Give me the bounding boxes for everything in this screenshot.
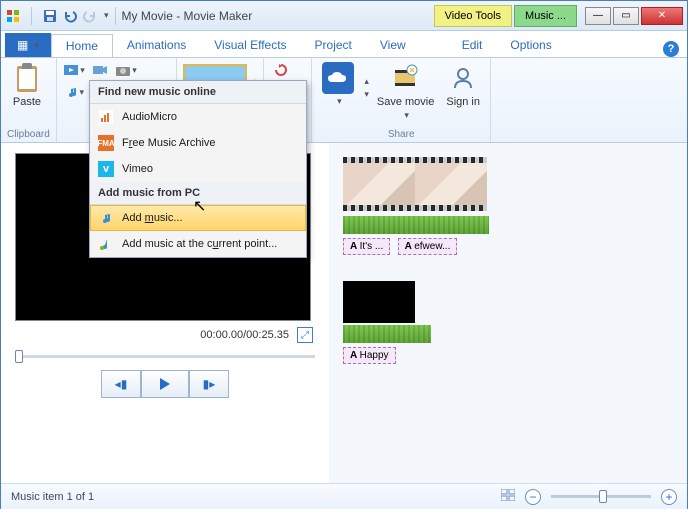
dropdown-header-online: Find new music online: [90, 81, 306, 104]
onedrive-icon: [322, 62, 354, 94]
dropdown-header-pc: Add music from PC: [90, 182, 306, 205]
paste-button[interactable]: Paste: [7, 60, 47, 110]
audiomicro-icon: [98, 109, 114, 125]
tab-view[interactable]: View: [366, 33, 420, 57]
caption-item[interactable]: A efwew...: [398, 238, 458, 255]
clipboard-icon: [11, 62, 43, 94]
sign-in-icon: [447, 62, 479, 94]
menu-item-vimeo[interactable]: v Vimeo: [90, 156, 306, 182]
zoom-handle[interactable]: [599, 490, 607, 503]
webcam-button[interactable]: [89, 60, 111, 80]
sign-in-button[interactable]: Sign in: [442, 60, 484, 110]
maximize-button[interactable]: ▭: [613, 7, 639, 25]
save-movie-icon: [390, 62, 422, 94]
add-music-button[interactable]: ▾: [63, 82, 85, 102]
thumbnails-view-icon[interactable]: [501, 489, 515, 504]
caption-item[interactable]: A Happy: [343, 347, 396, 364]
prev-frame-button[interactable]: ◂▮: [101, 370, 141, 398]
statusbar: Music item 1 of 1 − +: [1, 483, 687, 509]
add-music-dropdown: Find new music online AudioMicro FMA Fre…: [89, 80, 307, 258]
timeline-pane[interactable]: A It's ... A efwew... A Happy: [329, 143, 687, 483]
qat-dropdown-icon[interactable]: ▾: [104, 10, 109, 21]
tab-options[interactable]: Options: [496, 33, 565, 57]
vimeo-icon: v: [98, 161, 114, 177]
group-label-clipboard: Clipboard: [7, 127, 50, 142]
save-icon[interactable]: [42, 8, 58, 24]
minimize-button[interactable]: —: [585, 7, 611, 25]
file-menu-button[interactable]: ▦▾: [5, 33, 51, 57]
video-clip[interactable]: A It's ... A efwew...: [343, 157, 489, 255]
share-down-icon[interactable]: ▾: [364, 89, 369, 100]
quick-access-toolbar: ▾: [5, 7, 109, 25]
tab-edit[interactable]: Edit: [448, 33, 497, 57]
titlebar: ▾ My Movie - Movie Maker Video Tools Mus…: [1, 1, 687, 31]
zoom-out-button[interactable]: −: [525, 489, 541, 505]
tab-project[interactable]: Project: [301, 33, 366, 57]
undo-icon[interactable]: [62, 8, 78, 24]
menu-item-free-music-archive[interactable]: FMA Free Music Archive: [90, 130, 306, 156]
next-frame-button[interactable]: ▮▸: [189, 370, 229, 398]
music-note-icon: [98, 210, 114, 226]
ribbon-tabbar: ▦▾ Home Animations Visual Effects Projec…: [1, 31, 687, 57]
ribbon-group-clipboard: Paste Clipboard: [1, 58, 57, 142]
time-display: 00:00.00/00:25.35: [200, 329, 289, 341]
save-movie-button[interactable]: Save movie▾: [373, 60, 438, 123]
video-clip[interactable]: A Happy: [343, 281, 431, 364]
share-up-icon[interactable]: ▴: [364, 76, 369, 87]
help-icon[interactable]: ?: [663, 41, 679, 57]
fma-icon: FMA: [98, 135, 114, 151]
menu-item-audiomicro[interactable]: AudioMicro: [90, 104, 306, 130]
menu-item-add-music-current-point[interactable]: Add music at the current point...: [90, 231, 306, 257]
ribbon: Paste Clipboard ▾ ▾ A▾ ▾ ▴ ▾: [1, 57, 687, 143]
audio-track[interactable]: [343, 325, 431, 343]
fullscreen-icon[interactable]: ⤢: [297, 327, 313, 343]
context-tab-music-tools[interactable]: Music ...: [514, 5, 577, 27]
close-button[interactable]: ✕: [641, 7, 683, 25]
scrub-bar[interactable]: [15, 355, 315, 358]
timeline-row-1: A It's ... A efwew...: [343, 157, 673, 255]
group-label-share: Share: [318, 127, 484, 142]
context-tab-video-tools[interactable]: Video Tools: [434, 5, 512, 27]
audio-track[interactable]: [343, 216, 489, 234]
redo-icon[interactable]: [82, 8, 98, 24]
onedrive-button[interactable]: ▾: [318, 60, 358, 109]
snapshot-button[interactable]: ▾: [115, 60, 137, 80]
zoom-in-button[interactable]: +: [661, 489, 677, 505]
scrub-handle[interactable]: [15, 350, 23, 363]
play-button[interactable]: [141, 370, 189, 398]
tab-home[interactable]: Home: [51, 34, 113, 58]
timeline-row-2: A Happy: [343, 281, 673, 364]
zoom-slider[interactable]: [551, 495, 651, 498]
tab-visual-effects[interactable]: Visual Effects: [200, 33, 300, 57]
caption-item[interactable]: A It's ...: [343, 238, 390, 255]
ribbon-group-share: ▾ ▴ ▾ Save movie▾ Sign in Share: [312, 58, 491, 142]
playback-controls: ◂▮ ▮▸: [15, 370, 315, 398]
tab-animations[interactable]: Animations: [113, 33, 200, 57]
menu-item-add-music[interactable]: Add music...: [90, 205, 306, 231]
app-icon: [5, 8, 21, 24]
status-text: Music item 1 of 1: [11, 491, 94, 503]
music-note-point-icon: [98, 236, 114, 252]
add-videos-button[interactable]: ▾: [63, 60, 85, 80]
window-title: My Movie - Movie Maker: [122, 9, 253, 23]
rotate-button[interactable]: [270, 60, 292, 80]
